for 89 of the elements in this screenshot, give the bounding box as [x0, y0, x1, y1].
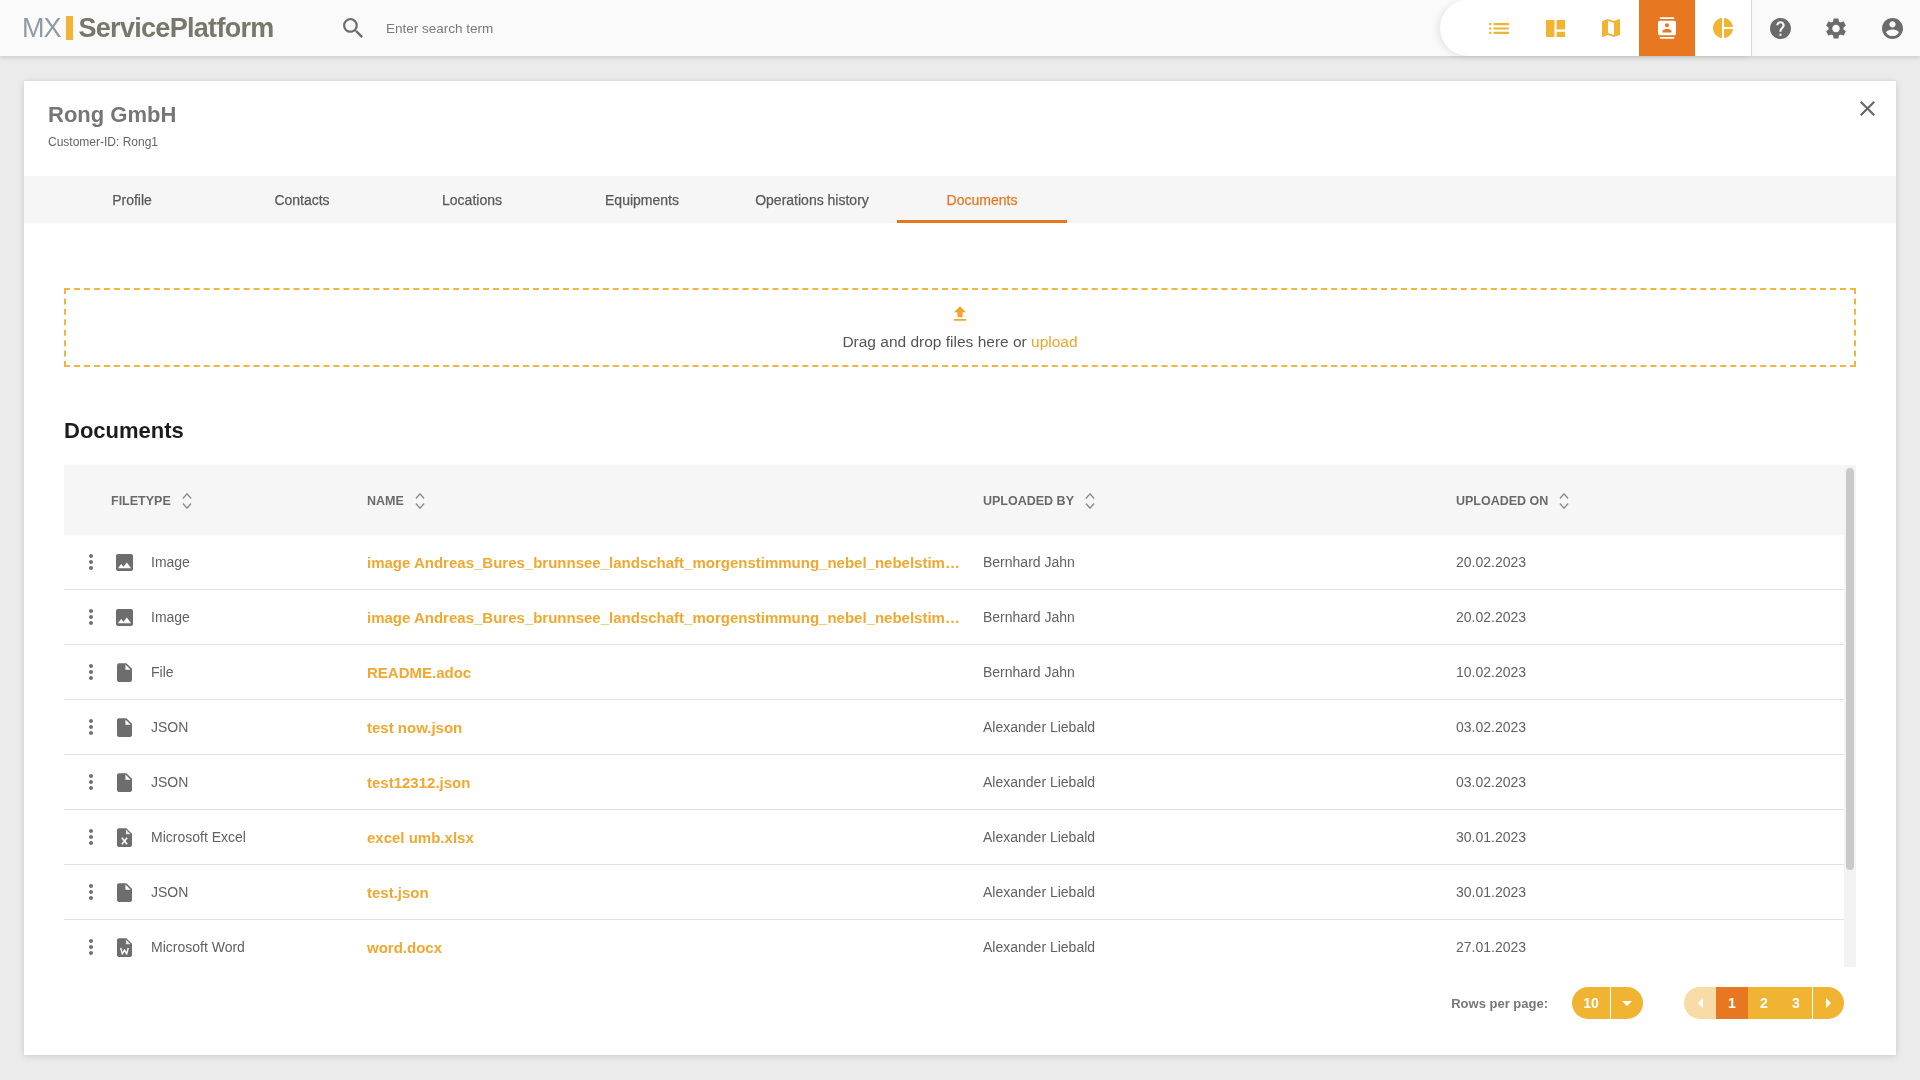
scrollbar[interactable]: [1844, 465, 1856, 967]
file-name-link[interactable]: word.docx: [367, 938, 442, 956]
column-header[interactable]: FILETYPE: [111, 493, 192, 509]
caret-down-icon: [1622, 1000, 1632, 1006]
upload-date: 03.02.2023: [1456, 719, 1527, 735]
file-name-link[interactable]: test now.json: [367, 718, 463, 736]
more-options-icon[interactable]: [89, 719, 93, 735]
upload-date: 20.02.2023: [1456, 609, 1527, 625]
tab[interactable]: Operations history: [727, 176, 897, 223]
search-icon: [343, 18, 363, 38]
close-icon[interactable]: [1860, 101, 1875, 116]
upload-icon: [954, 306, 966, 321]
document-icon: [116, 772, 132, 792]
customer-name: Rong GmbH: [48, 101, 177, 129]
upload-hint: Drag and drop files here or upload: [842, 332, 1078, 351]
upload-date: 03.02.2023: [1456, 774, 1527, 790]
triangle-right-icon: [1826, 998, 1831, 1008]
more-options-icon[interactable]: [89, 829, 93, 845]
image-icon: [115, 608, 133, 626]
settings-icon: [1826, 17, 1846, 39]
dashboard-icon: [1545, 19, 1565, 37]
filetype-text: Image: [151, 554, 190, 570]
tab[interactable]: Documents: [897, 176, 1067, 223]
logo-bar-icon: [65, 16, 73, 40]
page-button[interactable]: 3: [1780, 987, 1812, 1019]
filetype-text: File: [151, 664, 174, 680]
more-options-icon[interactable]: [89, 609, 93, 625]
upload-date: 27.01.2023: [1456, 939, 1527, 955]
upload-link[interactable]: upload: [1031, 333, 1078, 350]
file-name-link[interactable]: image Andreas_Bures_brunnsee_landschaft_morgenstimmung_nebel_nebelstim…: [367, 553, 960, 571]
filetype-text: Microsoft Excel: [151, 829, 246, 845]
drop-zone[interactable]: Drag and drop files here or upload: [64, 288, 1856, 367]
customer-id: Customer-ID: Rong1: [48, 134, 159, 150]
uploader-name: Bernhard Jahn: [983, 554, 1075, 570]
pie-chart-icon: [1713, 18, 1733, 38]
document-w-icon: [116, 937, 132, 957]
document-icon: [116, 882, 132, 902]
file-name-link[interactable]: test12312.json: [367, 773, 471, 791]
nav-button[interactable]: [1639, 0, 1695, 56]
column-header[interactable]: NAME: [367, 493, 425, 509]
tab[interactable]: Locations: [387, 176, 557, 223]
scrollbar-thumb[interactable]: [1846, 468, 1854, 870]
file-name-link[interactable]: README.adoc: [367, 663, 472, 681]
document-icon: [116, 717, 132, 737]
document-x-icon: [116, 827, 132, 847]
filetype-text: JSON: [151, 719, 189, 735]
tab[interactable]: Profile: [47, 176, 217, 223]
uploader-name: Alexander Liebald: [983, 829, 1096, 845]
help-icon: [1769, 17, 1791, 39]
more-options-icon[interactable]: [89, 884, 93, 900]
documents-heading: Documents: [64, 417, 184, 445]
file-name-link[interactable]: test.json: [367, 883, 429, 901]
document-icon: [116, 662, 132, 682]
filetype-text: JSON: [151, 774, 189, 790]
upload-date: 30.01.2023: [1456, 884, 1527, 900]
file-name-link[interactable]: excel umb.xlsx: [367, 828, 474, 846]
filetype-text: Microsoft Word: [151, 939, 245, 955]
triangle-left-icon: [1697, 998, 1703, 1008]
upload-date: 10.02.2023: [1456, 664, 1527, 680]
rows-per-page-select[interactable]: 10: [1572, 987, 1643, 1019]
upload-date: 20.02.2023: [1456, 554, 1527, 570]
more-options-icon[interactable]: [89, 774, 93, 790]
image-icon: [115, 553, 133, 571]
uploader-name: Bernhard Jahn: [983, 664, 1075, 680]
tab[interactable]: Contacts: [217, 176, 387, 223]
more-options-icon[interactable]: [89, 939, 93, 955]
uploader-name: Alexander Liebald: [983, 939, 1096, 955]
contacts-icon: [1658, 17, 1676, 39]
more-options-icon[interactable]: [89, 664, 93, 680]
uploader-name: Alexander Liebald: [983, 774, 1096, 790]
page-button[interactable]: 1: [1716, 987, 1748, 1019]
account-icon: [1881, 17, 1903, 39]
uploader-name: Bernhard Jahn: [983, 609, 1075, 625]
filetype-text: JSON: [151, 884, 189, 900]
more-options-icon[interactable]: [89, 554, 93, 570]
rows-per-page-label: Rows per page:: [1451, 995, 1548, 1011]
column-header[interactable]: UPLOADED BY: [983, 493, 1095, 509]
page-button[interactable]: 2: [1748, 987, 1780, 1019]
uploader-name: Alexander Liebald: [983, 719, 1096, 735]
map-icon: [1602, 19, 1620, 37]
uploader-name: Alexander Liebald: [983, 884, 1096, 900]
logo-prefix: MX: [22, 12, 61, 44]
file-name-link[interactable]: image Andreas_Bures_brunnsee_landschaft_morgenstimmung_nebel_nebelstim…: [367, 608, 960, 626]
tab[interactable]: Equipments: [557, 176, 727, 223]
column-header[interactable]: UPLOADED ON: [1456, 493, 1570, 509]
logo-text: ServicePlatform: [78, 12, 274, 44]
filetype-text: Image: [151, 609, 190, 625]
list-icon: [1489, 22, 1509, 34]
upload-date: 30.01.2023: [1456, 829, 1527, 845]
